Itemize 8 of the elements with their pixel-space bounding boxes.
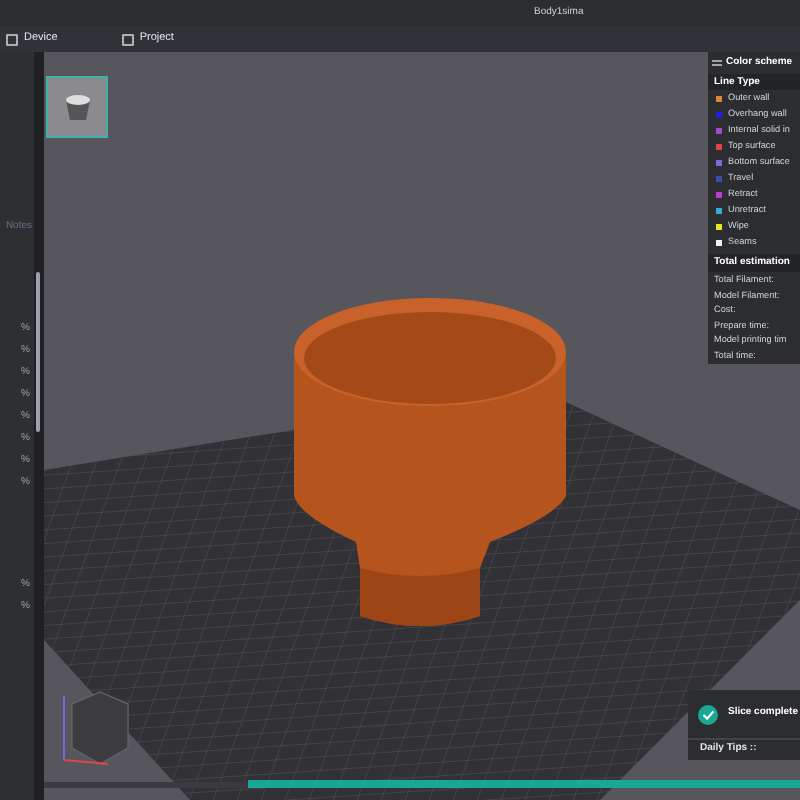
scrollbar[interactable]: [34, 52, 44, 800]
plate-thumbnail[interactable]: [46, 76, 108, 138]
tab-icon: [121, 33, 134, 45]
settings-icon[interactable]: [712, 58, 722, 68]
check-icon: [698, 703, 718, 725]
cup-icon: [61, 91, 93, 123]
scrollbar-thumb[interactable]: [36, 272, 40, 432]
tab-icon: [6, 33, 18, 45]
